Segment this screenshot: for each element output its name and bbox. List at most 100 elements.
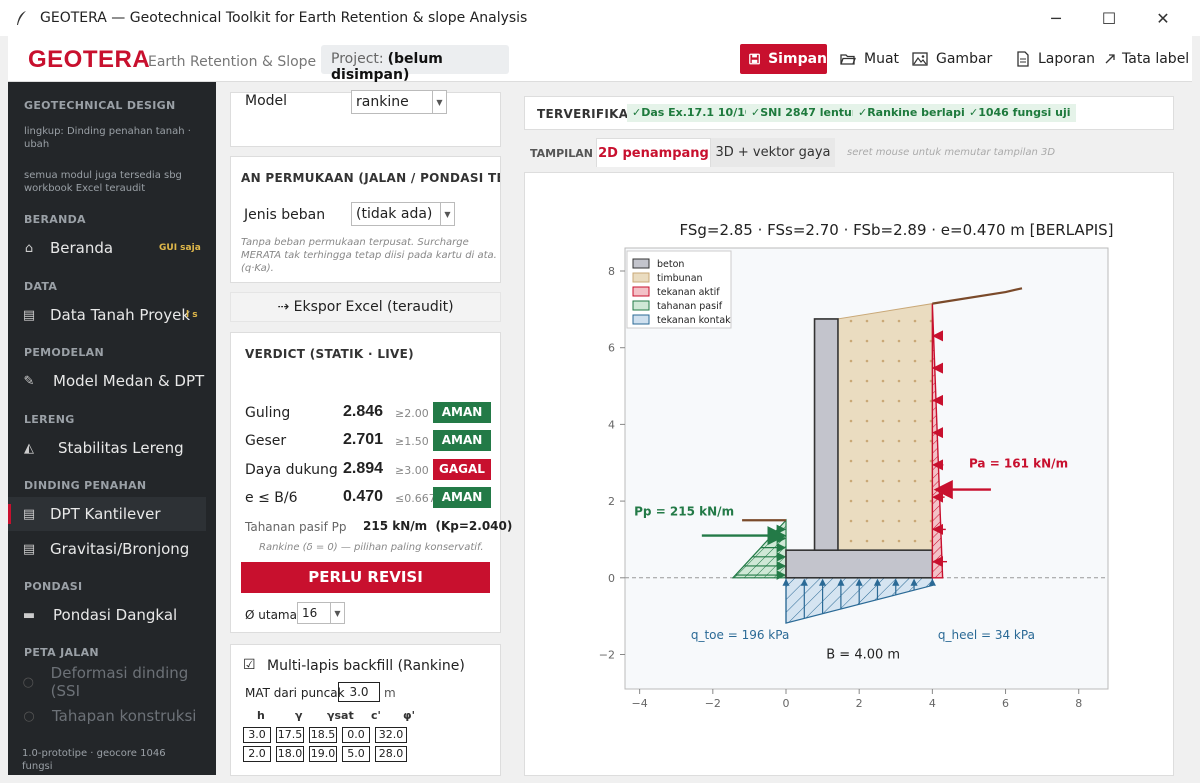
check-row-guling: Guling 2.846 ≥2.00 AMAN [245,402,495,424]
layer-cell[interactable]: 0.0 [342,727,370,743]
chevron-down-icon: ▼ [432,91,446,113]
image-icon [912,52,928,66]
chevron-down-icon: ▼ [440,203,454,225]
model-select[interactable]: rankine ▼ [351,90,447,114]
b-width-label: B = 4.00 m [826,647,900,662]
save-icon [749,53,760,65]
minimize-icon[interactable]: ─ [1029,0,1083,36]
load-type-select[interactable]: (tidak ada) ▼ [351,202,455,226]
sidebar-item-data-tanah[interactable]: ▤ Data Tanah Proyek l s [8,298,206,332]
section-lereng: LERENG [24,413,75,426]
wall-section-plot[interactable]: FSg=2.85 · FSs=2.70 · FSb=2.89 · e=0.470… [525,173,1173,775]
check-name: Guling [245,405,291,421]
circle-icon: ○ [22,674,34,690]
column-header: γ [295,709,303,722]
status-badge: GAGAL [433,459,491,480]
load-note-1: Tanpa beban permukaan terpusat. Surcharg… [241,237,469,248]
layer-cell[interactable]: 19.0 [309,746,337,762]
maximize-icon[interactable]: ☐ [1082,0,1136,36]
water-table-label: MAT dari puncak [245,686,345,700]
image-button[interactable]: Gambar [912,44,992,74]
save-label: Simpan [768,51,827,67]
report-button[interactable]: Laporan [1016,44,1095,74]
sidebar: GEOTECHNICAL DESIGN lingkup: Dinding pen… [8,82,216,775]
section-peta-jalan: PETA JALAN [24,646,99,659]
layer-cell[interactable]: 5.0 [342,746,370,762]
sidebar-item-stabilitas[interactable]: ◭ Stabilitas Lereng [8,431,206,465]
layer-cell[interactable]: 32.0 [375,727,407,743]
model-label: Model [245,93,288,109]
pa-label: Pa = 161 kN/m [969,457,1068,471]
home-icon: ⌂ [24,240,34,256]
sidebar-item-label: Model Medan & DPT [53,372,205,390]
main-diameter-label: Ø utama [245,608,297,622]
export-excel-button[interactable]: ⇢ Ekspor Excel (teraudit) [230,292,501,322]
sidebar-item-pondasi[interactable]: ▬ Pondasi Dangkal [8,598,206,632]
load-button[interactable]: Muat [840,44,899,74]
y-tick-label: 4 [608,418,615,431]
layer-cell[interactable]: 2.0 [243,746,271,762]
right-panel: TERVERIFIKASI ✓Das Ex.17.1 10/10 ✓SNI 28… [516,96,1184,776]
legend-item: timbunan [657,273,703,284]
passive-value: 215 kN/m (Kp=2.040) [363,519,513,533]
legend-swatch [632,272,650,283]
save-button[interactable]: Simpan [740,44,827,74]
passive-label: Tahanan pasif Pp [245,520,347,534]
legend-item: tekanan aktif [657,287,720,298]
scope-link[interactable]: lingkup: Dinding penahan tanah · ubah [24,125,199,151]
sidebar-item-label: Gravitasi/Bronjong [50,540,190,558]
backfill-dots [837,303,933,551]
layer-cell[interactable]: 17.5 [276,727,304,743]
check-requirement: ≥1.50 [395,435,429,448]
layer-cell[interactable]: 3.0 [243,727,271,743]
status-badge: AMAN [433,430,491,451]
sidebar-item-label: Pondasi Dangkal [53,606,178,624]
sidebar-item-beranda[interactable]: ⌂ Beranda GUI saja [8,231,206,265]
multilayer-label: Multi-lapis backfill (Rankine) [267,658,465,674]
x-tick-label: −2 [705,697,721,710]
slope-icon: ◭ [24,440,34,456]
chevron-down-icon: ▼ [330,603,344,623]
multilayer-checkbox[interactable]: ☑ [243,657,256,673]
check-name: Daya dukung [245,462,338,478]
tab-2d[interactable]: 2D penampang [596,138,711,167]
view-label: TAMPILAN [530,147,593,160]
sidebar-item-label: Beranda [50,239,114,257]
status-badge: AMAN [433,402,491,423]
section-pemodelan: PEMODELAN [24,346,104,359]
workbook-note: semua modul juga tersedia sbg workbook E… [24,170,182,194]
sidebar-item-dpt-kantilever[interactable]: ▤ DPT Kantilever [8,497,206,531]
document-icon [1017,51,1029,67]
label-layout-button[interactable]: Tata label [1104,44,1189,74]
close-icon[interactable]: ✕ [1136,0,1190,36]
column-header: c' [371,709,381,722]
layer-cell[interactable]: 28.0 [375,746,407,762]
tab-3d[interactable]: 3D + vektor gaya [711,138,835,167]
y-tick-label: 6 [608,342,615,355]
multilayer-card: ☑ Multi-lapis backfill (Rankine) MAT dar… [230,644,501,776]
layer-cell[interactable]: 18.0 [276,746,304,762]
pp-label: Pp = 215 kN/m [634,505,734,519]
sidebar-item-gravitasi[interactable]: ▤ Gravitasi/Bronjong [8,532,206,566]
sidebar-item-label: DPT Kantilever [50,505,161,523]
base-slab [785,549,934,579]
app-header: GEOTERA Earth Retention & Slope Project:… [8,36,1192,83]
check-name: e ≤ B/6 [245,490,298,506]
section-dinding: DINDING PENAHAN [24,479,147,492]
version-footer: 1.0-prototipe · geocore 1046 fungsi [22,748,166,772]
brand-subtitle: Earth Retention & Slope [148,54,317,70]
main-diameter-select[interactable]: 16 ▼ [297,602,345,624]
sidebar-item-label: Deformasi dinding (SSI [50,664,189,700]
y-tick-label: 8 [608,265,615,278]
x-tick-label: 6 [1002,697,1009,710]
resize-arrow-icon [1105,54,1115,64]
surface-load-caption: AN PERMUKAAN (JALAN / PONDASI TERDEK [241,171,500,185]
water-table-input[interactable]: 3.0 [338,682,380,702]
wall-stem [813,318,839,551]
verification-chip: ✓Rankine berlapis [853,104,977,122]
model-value: rankine [356,94,409,110]
column-header: φ' [403,709,415,722]
layer-cell[interactable]: 18.5 [309,727,337,743]
y-tick-label: 2 [608,495,615,508]
sidebar-item-model[interactable]: ✎ Model Medan & DPT [8,364,206,398]
